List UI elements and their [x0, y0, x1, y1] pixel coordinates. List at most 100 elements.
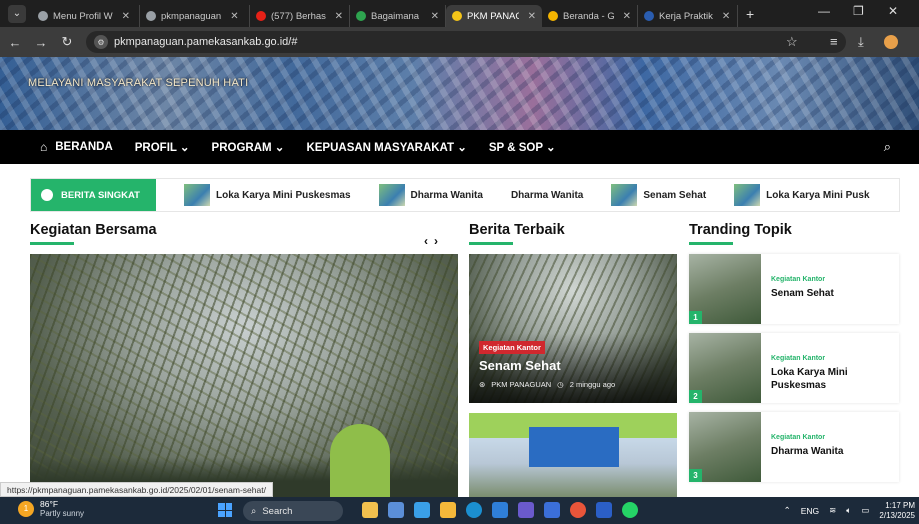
category-badge[interactable]: Kegiatan Kantor [479, 341, 545, 354]
app-icon[interactable] [518, 502, 534, 518]
tab-search-icon[interactable]: ⌄ [8, 4, 26, 23]
trending-text: Kegiatan Kantor Loka Karya Mini Puskesmas [761, 333, 899, 403]
ticker-item[interactable]: Loka Karya Mini Puskesmas [184, 184, 351, 206]
tab-close-icon[interactable]: ✕ [122, 11, 130, 22]
tab-close-icon[interactable]: ✕ [528, 11, 536, 22]
trending-thumbnail[interactable]: 3 [689, 412, 761, 482]
ticker-item-title[interactable]: Dharma Wanita [511, 190, 583, 201]
reload-icon[interactable]: ↻ [56, 34, 78, 50]
search-icon[interactable]: ⌕ [884, 139, 891, 155]
taskbar-search[interactable]: ⌕ Search [243, 501, 343, 521]
browser-tab[interactable]: (577) Berhasil ✕ [250, 5, 350, 27]
tab-close-icon[interactable]: ✕ [623, 11, 631, 22]
extensions-icon[interactable]: ≡ [830, 34, 838, 49]
ticker-item[interactable]: Dharma Wanita [511, 184, 583, 206]
browser-tab[interactable]: Beranda - Goo ✕ [542, 5, 638, 27]
browser-tab[interactable]: Bagaimana ca ✕ [350, 5, 446, 27]
trending-title[interactable]: Dharma Wanita [771, 445, 843, 458]
trending-thumbnail[interactable]: 1 [689, 254, 761, 324]
tab-close-icon[interactable]: ✕ [431, 11, 439, 22]
ticker-item-title[interactable]: Loka Karya Mini Puskesmas [216, 190, 351, 201]
app-icon[interactable] [414, 502, 430, 518]
chrome-icon[interactable] [570, 502, 586, 518]
trending-category[interactable]: Kegiatan Kantor [771, 434, 843, 441]
trending-title[interactable]: Loka Karya Mini Puskesmas [771, 366, 899, 392]
news-card-secondary[interactable] [469, 413, 677, 497]
windows-start-icon[interactable] [218, 503, 232, 517]
trending-thumbnail[interactable]: 2 [689, 333, 761, 403]
volume-icon[interactable]: 🔈︎ [846, 505, 851, 516]
section-title-kegiatan: Kegiatan Bersama [30, 222, 157, 238]
battery-icon[interactable]: ▭ [861, 505, 869, 516]
trending-item[interactable]: 1 Kegiatan Kantor Senam Sehat [689, 254, 899, 324]
profile-avatar[interactable] [884, 35, 898, 49]
back-icon[interactable]: ← [4, 35, 26, 50]
task-view-icon[interactable] [388, 502, 404, 518]
word-icon[interactable] [596, 502, 612, 518]
ticker-item-title[interactable]: Loka Karya Mini Pusk [766, 190, 869, 201]
browser-address-bar: ← → ↻ ⚙ pkmpanaguan.pamekasankab.go.id/# [0, 27, 919, 57]
nav-program[interactable]: PROGRAM ⌄ [212, 140, 285, 154]
ticker-item[interactable]: Dharma Wanita [378, 184, 483, 206]
browser-tab[interactable]: pkmpanaguan ✕ [140, 5, 250, 27]
tab-favicon-icon [548, 11, 558, 21]
nav-kepuasan-masyarakat[interactable]: KEPUASAN MASYARAKAT ⌄ [306, 140, 466, 154]
tab-close-icon[interactable]: ✕ [722, 11, 730, 22]
restore-icon[interactable]: ❐ [853, 4, 864, 18]
trending-category[interactable]: Kegiatan Kantor [771, 276, 834, 283]
ticker-item[interactable]: Senam Sehat [611, 184, 706, 206]
nav-profil[interactable]: PROFIL ⌄ [135, 140, 190, 154]
widgets-app-icon[interactable] [362, 502, 378, 518]
forward-icon[interactable]: → [30, 35, 52, 50]
home-icon[interactable]: ⌂ [40, 140, 47, 154]
trending-category[interactable]: Kegiatan Kantor [771, 355, 899, 362]
ticker-label-text: BERITA SINGKAT [61, 189, 140, 201]
site-banner: MELAYANI MASYARAKAT SEPENUH HATI [0, 57, 919, 130]
store-icon[interactable] [492, 502, 508, 518]
news-card-author[interactable]: PKM PANAGUAN [491, 380, 551, 389]
tab-close-icon[interactable]: ✕ [335, 11, 343, 22]
browser-tab[interactable]: Kerja Praktik ✕ [638, 5, 738, 27]
trending-item[interactable]: 2 Kegiatan Kantor Loka Karya Mini Puskesma… [689, 333, 899, 403]
weather-widget[interactable]: 1 86°F Partly sunny [18, 499, 84, 518]
clock[interactable]: 1:17 PM 2/13/2025 [879, 501, 915, 521]
app-icon[interactable] [544, 502, 560, 518]
ticker-item-title[interactable]: Senam Sehat [643, 190, 706, 201]
trending-rank: 1 [689, 311, 702, 324]
news-card-meta: ⊛ PKM PANAGUAN ◷ 2 minggu ago [479, 380, 615, 389]
news-ticker: BERITA SINGKAT Loka Karya Mini Puskesmas… [30, 178, 900, 212]
next-arrow-icon[interactable]: › [434, 234, 444, 248]
site-info-icon[interactable]: ⚙ [94, 35, 108, 49]
language-indicator[interactable]: ENG [801, 506, 819, 516]
tab-label: Bagaimana ca [371, 10, 422, 22]
prev-arrow-icon[interactable]: ‹ [424, 234, 434, 248]
nav-beranda[interactable]: BERANDA [55, 141, 113, 153]
trending-text: Kegiatan Kantor Senam Sehat [761, 254, 834, 324]
file-explorer-icon[interactable] [440, 502, 456, 518]
new-tab-button[interactable]: + [746, 6, 754, 22]
tab-close-icon[interactable]: ✕ [230, 11, 238, 22]
close-window-icon[interactable]: ✕ [888, 4, 898, 18]
minimize-icon[interactable]: — [818, 4, 830, 18]
url-field[interactable]: ⚙ pkmpanaguan.pamekasankab.go.id/# [86, 31, 846, 53]
chevron-up-icon[interactable]: ⌃ [784, 505, 791, 516]
tab-favicon-icon [644, 11, 654, 21]
trending-item[interactable]: 3 Kegiatan Kantor Dharma Wanita [689, 412, 899, 482]
system-tray: ⌃ ENG ≋ 🔈︎ ▭ 1:17 PM 2/13/2025 [784, 497, 919, 524]
ticker-item-title[interactable]: Dharma Wanita [411, 190, 483, 201]
edge-icon[interactable] [466, 502, 482, 518]
news-card-title[interactable]: Senam Sehat [479, 358, 561, 373]
trending-rank: 2 [689, 390, 702, 403]
trending-title[interactable]: Senam Sehat [771, 287, 834, 300]
download-icon[interactable]: ⤓ [858, 34, 864, 50]
featured-slider-image[interactable] [30, 254, 458, 497]
ticker-item[interactable]: Loka Karya Mini Pusk [734, 184, 870, 206]
bookmark-star-icon[interactable]: ☆ [786, 34, 798, 50]
nav-sp-sop[interactable]: SP & SOP ⌄ [489, 140, 556, 154]
whatsapp-icon[interactable] [622, 502, 638, 518]
news-card-featured[interactable]: Kegiatan Kantor Senam Sehat ⊛ PKM PANAGU… [469, 254, 677, 403]
browser-tab[interactable]: Menu Profil W ✕ [32, 5, 140, 27]
tab-label: pkmpanaguan [161, 10, 222, 22]
wifi-icon[interactable]: ≋ [829, 505, 836, 516]
browser-tab[interactable]: PKM PANAGU ✕ [446, 5, 542, 27]
